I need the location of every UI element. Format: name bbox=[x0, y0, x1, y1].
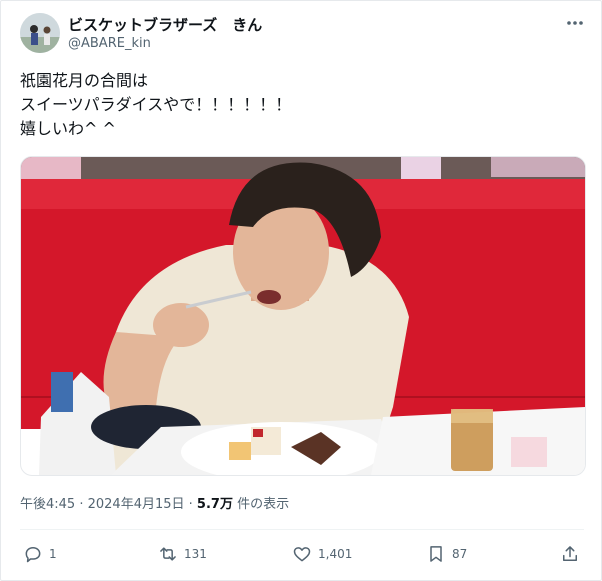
reply-icon bbox=[25, 547, 41, 563]
meta-separator: · bbox=[184, 497, 197, 512]
more-dots-icon[interactable] bbox=[563, 15, 587, 31]
views-count: 5.7万 bbox=[196, 497, 233, 512]
repost-icon bbox=[160, 547, 176, 561]
tweet-text: 祇園花月の合間は スイーツパラダイスやで！！！！！！ 嬉しいわ^ ^ bbox=[20, 71, 292, 138]
bookmark-count: 87 bbox=[452, 547, 468, 561]
like-count: 1,401 bbox=[318, 547, 353, 561]
views-label: 件の表示 bbox=[232, 497, 290, 512]
tweet-photo[interactable] bbox=[20, 156, 586, 476]
share-button[interactable] bbox=[560, 543, 580, 565]
divider bbox=[20, 529, 584, 530]
reply-button[interactable]: 1 bbox=[23, 543, 57, 565]
like-icon bbox=[293, 547, 311, 562]
meta-separator: · bbox=[75, 497, 88, 512]
like-button[interactable]: 1,401 bbox=[292, 543, 352, 565]
bookmark-icon bbox=[430, 546, 442, 562]
tweet-date[interactable]: 2024年4月15日 bbox=[88, 497, 185, 512]
author-name[interactable]: ビスケットブラザーズ きん bbox=[68, 14, 262, 35]
tweet-meta: 午後4:45 · 2024年4月15日 · 5.7万 件の表示 bbox=[20, 493, 289, 512]
reply-count: 1 bbox=[49, 547, 57, 561]
repost-count: 131 bbox=[184, 547, 207, 561]
share-icon bbox=[563, 546, 577, 561]
bookmark-button[interactable]: 87 bbox=[426, 543, 467, 565]
avatar[interactable] bbox=[20, 13, 60, 53]
tweet-card: ビスケットブラザーズ きん @ABARE_kin 祇園花月の合間は スイーツパラ… bbox=[0, 0, 602, 581]
tweet-time[interactable]: 午後4:45 bbox=[20, 497, 75, 512]
author-handle[interactable]: @ABARE_kin bbox=[68, 36, 151, 51]
repost-button[interactable]: 131 bbox=[158, 543, 207, 565]
